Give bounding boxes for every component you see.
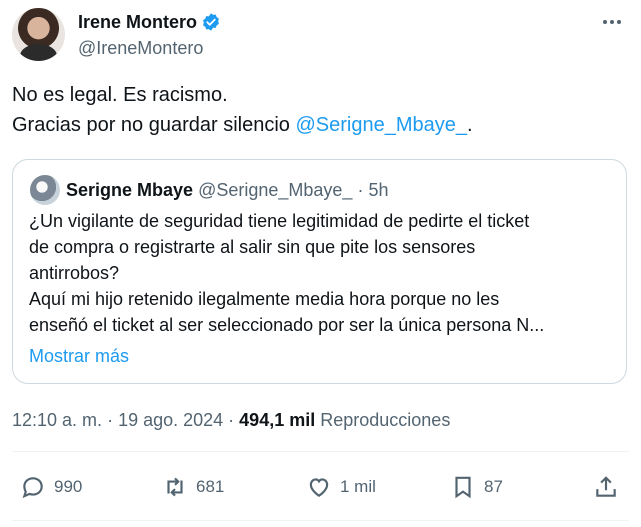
tweet-line-2: Gracias por no guardar silencio @Serigne…	[12, 110, 622, 140]
share-icon	[596, 476, 616, 497]
quoted-header: Serigne Mbaye @Serigne_Mbaye_ · 5h	[66, 179, 388, 201]
show-more-link[interactable]: Mostrar más	[29, 344, 129, 368]
tweet-header: Irene Montero @IreneMontero	[12, 8, 629, 64]
share-button[interactable]	[593, 470, 619, 504]
repost-button[interactable]: 681	[162, 470, 224, 504]
quoted-separator: ·	[352, 180, 369, 200]
quoted-display-name: Serigne Mbaye	[66, 180, 194, 200]
action-bar: 990 681 1 mil 87	[12, 470, 629, 504]
tweet-line-2-suffix: .	[467, 114, 473, 136]
bookmark-count: 87	[484, 477, 503, 496]
meta-dot: ·	[223, 410, 240, 430]
like-count: 1 mil	[340, 477, 376, 496]
author-handle[interactable]: @IreneMontero	[78, 37, 203, 59]
views-count: 494,1 mil	[239, 410, 316, 430]
quoted-author-avatar	[30, 175, 60, 205]
more-icon[interactable]	[597, 12, 627, 32]
reply-count: 990	[54, 477, 83, 496]
quoted-line: enseñó el ticket al ser seleccionado por…	[29, 315, 545, 335]
mention-link[interactable]: @Serigne_Mbaye_	[295, 114, 467, 136]
like-icon	[309, 478, 329, 497]
like-button[interactable]: 1 mil	[306, 470, 376, 504]
author-name-row: Irene Montero	[78, 11, 221, 33]
quoted-line: antirrobos?	[29, 263, 120, 283]
quoted-body: ¿Un vigilante de seguridad tiene legitim…	[29, 208, 614, 338]
tweet-line-2-prefix: Gracias por no guardar silencio	[12, 114, 296, 136]
tweet-line-1: No es legal. Es racismo.	[12, 84, 228, 106]
quoted-line: Aquí mi hijo retenido ilegalmente media …	[29, 289, 500, 309]
divider	[12, 451, 629, 452]
quoted-handle: @Serigne_Mbaye_	[198, 180, 353, 200]
quoted-line: de compra o registrarte al salir sin que…	[29, 237, 476, 257]
reply-button[interactable]: 990	[20, 470, 82, 504]
reply-icon	[22, 477, 43, 499]
tweet-date[interactable]: 19 ago. 2024	[118, 410, 223, 430]
views-label: Reproducciones	[315, 410, 451, 430]
quoted-time: 5h	[368, 180, 389, 200]
tweet-text: No es legal. Es racismo. Gracias por no …	[12, 80, 622, 140]
author-display-name[interactable]: Irene Montero	[78, 11, 197, 33]
repost-icon	[167, 477, 183, 497]
verified-badge-icon	[203, 13, 219, 31]
repost-count: 681	[196, 477, 225, 496]
meta-dot: ·	[102, 410, 119, 430]
divider	[12, 520, 629, 521]
author-avatar[interactable]	[12, 8, 65, 61]
quoted-tweet-card[interactable]: Serigne Mbaye @Serigne_Mbaye_ · 5h ¿Un v…	[12, 159, 627, 384]
tweet-time[interactable]: 12:10 a. m.	[12, 410, 102, 430]
tweet-meta: 12:10 a. m. · 19 ago. 2024 · 494,1 mil R…	[12, 408, 450, 432]
bookmark-button[interactable]: 87	[450, 470, 503, 504]
bookmark-icon	[455, 476, 471, 499]
quoted-line: ¿Un vigilante de seguridad tiene legitim…	[29, 211, 530, 231]
